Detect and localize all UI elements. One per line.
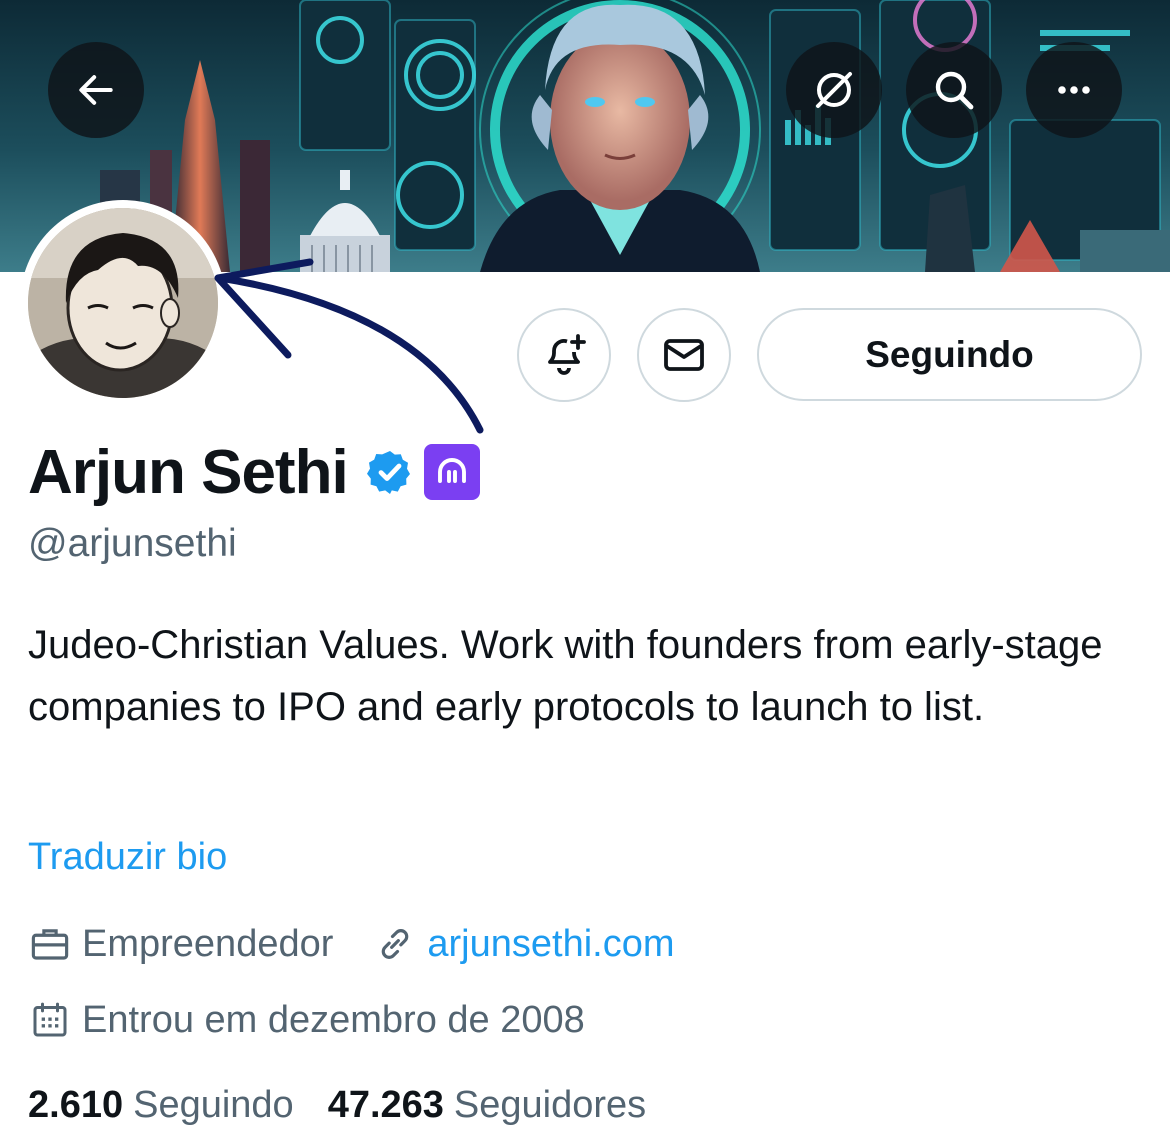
bell-plus-icon: [548, 334, 586, 375]
joined-row: Entrou em dezembro de 2008: [28, 998, 585, 1042]
bio: Judeo-Christian Values. Work with founde…: [28, 623, 1103, 729]
avatar[interactable]: [20, 200, 226, 406]
search-icon: [935, 71, 974, 110]
followers-label: Seguidores: [453, 1084, 647, 1126]
arrow-left-icon: [79, 75, 113, 105]
name-row: Arjun Sethi: [28, 432, 480, 512]
message-button[interactable]: [637, 308, 731, 402]
following-button[interactable]: Seguindo: [757, 308, 1142, 401]
more-icon: [1058, 86, 1090, 94]
search-button[interactable]: [906, 42, 1002, 138]
joined-date: Entrou em dezembro de 2008: [82, 998, 585, 1041]
calendar-icon: [28, 998, 72, 1042]
verified-badge-icon[interactable]: [366, 448, 414, 496]
annotation-arrow: [214, 258, 484, 434]
profile-meta-row: Empreendedor arjunsethi.com: [28, 922, 675, 966]
translate-bio-link[interactable]: Traduzir bio: [28, 836, 227, 879]
profession: Empreendedor: [82, 922, 334, 965]
follow-stats: 2.610 Seguindo 47.263 Seguidores: [28, 1084, 680, 1127]
followers-count: 47.263: [327, 1084, 444, 1126]
link-icon: [373, 922, 417, 966]
following-label: Seguindo: [133, 1084, 294, 1126]
followers-stat[interactable]: 47.263 Seguidores: [328, 1084, 646, 1127]
grok-icon: [816, 72, 852, 108]
website-link[interactable]: arjunsethi.com: [427, 923, 674, 966]
envelope-icon: [664, 339, 704, 371]
handle: @arjunsethi: [28, 522, 237, 565]
display-name: Arjun Sethi: [28, 437, 349, 507]
back-button[interactable]: [48, 42, 144, 138]
following-stat[interactable]: 2.610 Seguindo: [28, 1084, 294, 1127]
following-count: 2.610: [28, 1084, 124, 1126]
briefcase-icon: [28, 922, 72, 966]
grok-button[interactable]: [786, 42, 882, 138]
affiliate-badge-icon[interactable]: [423, 444, 480, 500]
more-button[interactable]: [1026, 42, 1122, 138]
notify-button[interactable]: [517, 308, 611, 402]
avatar-illustration: [28, 208, 218, 398]
